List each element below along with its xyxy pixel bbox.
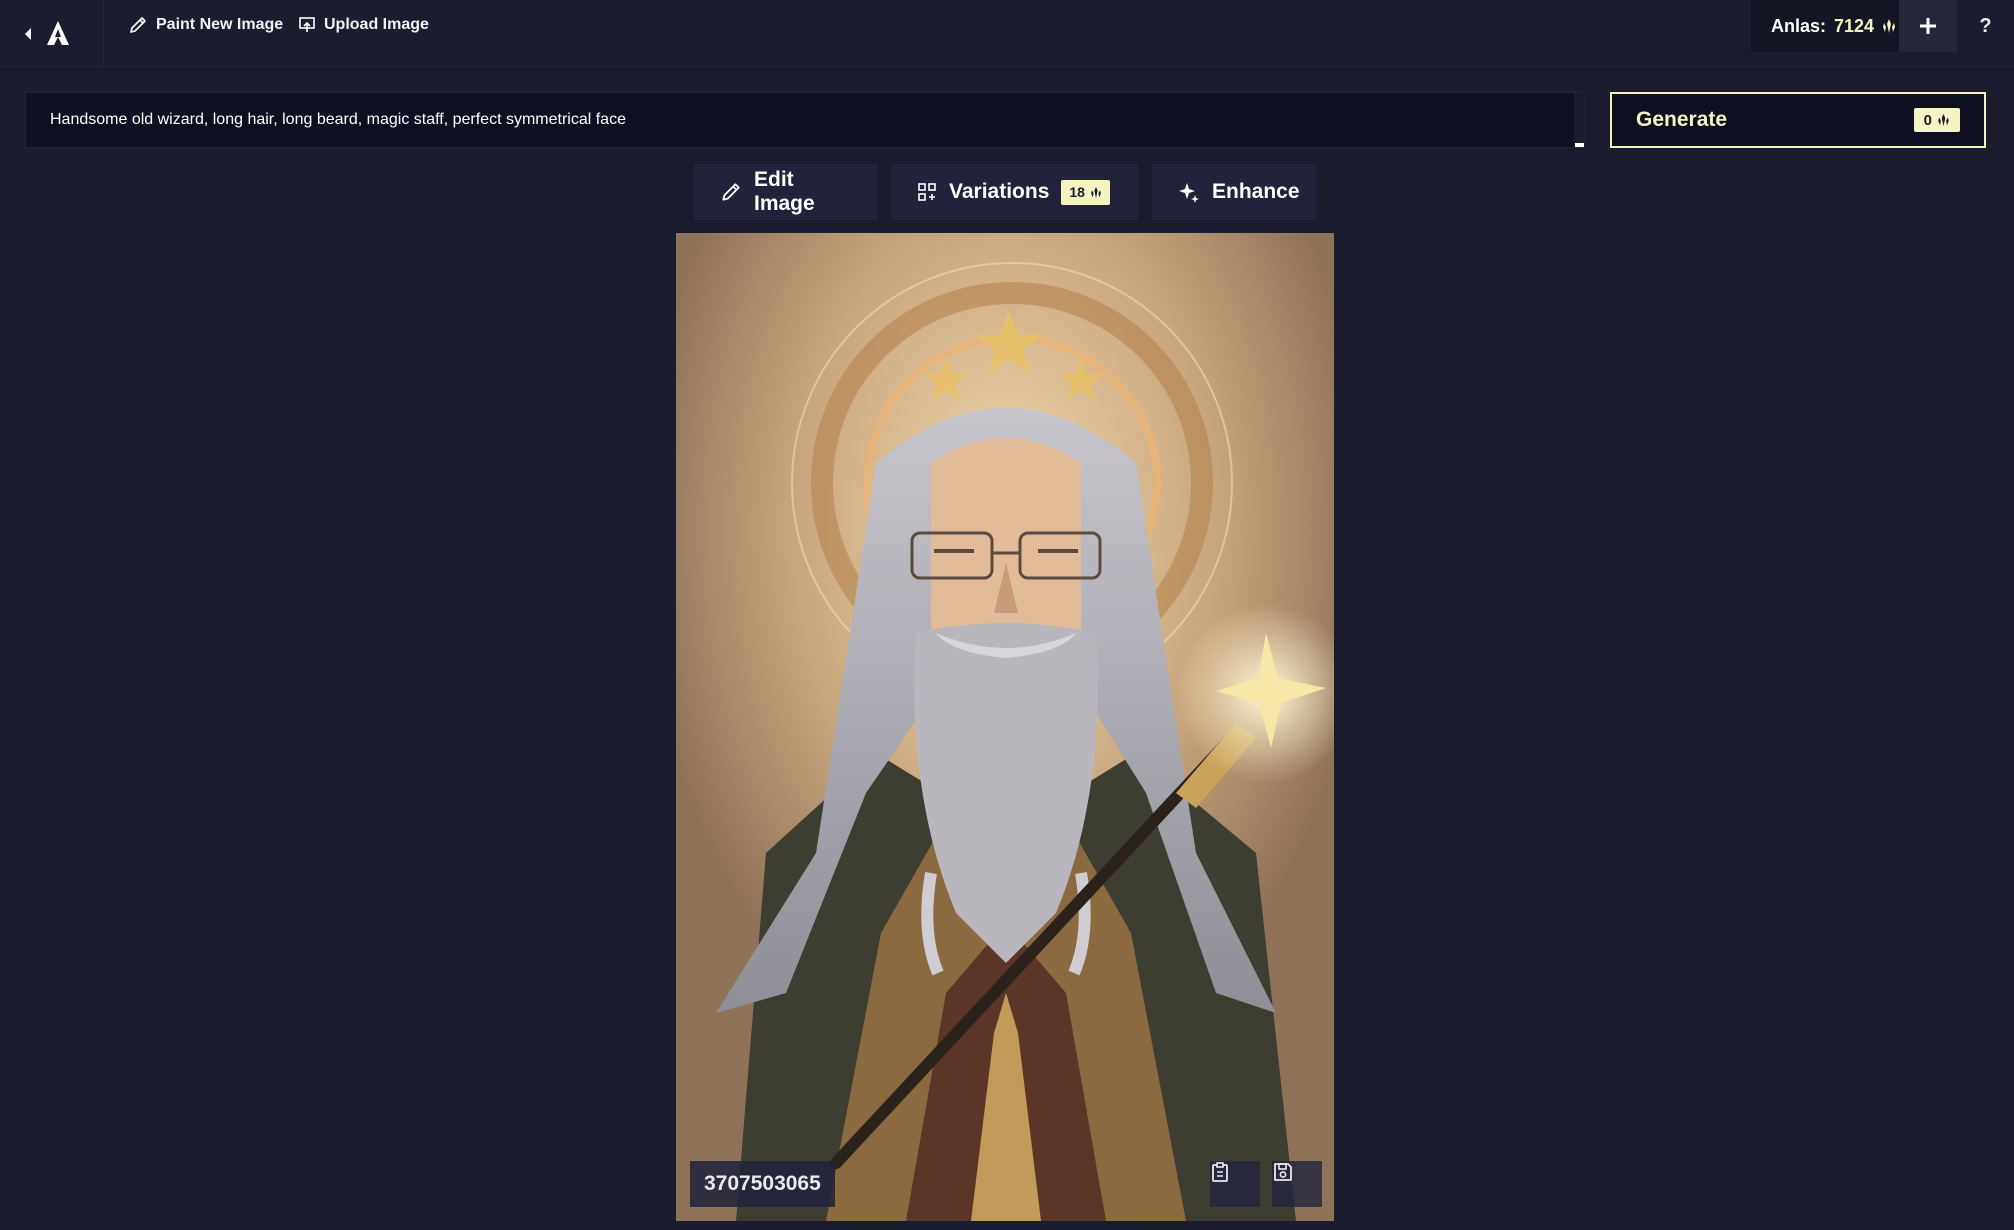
- enhance-button[interactable]: Enhance: [1152, 164, 1316, 220]
- generate-button[interactable]: Generate 0: [1610, 92, 1986, 148]
- paint-new-image-label: Paint New Image: [156, 16, 284, 33]
- anlas-amount: 7124: [1834, 15, 1875, 36]
- variations-cost: 18: [1069, 184, 1085, 200]
- logo-icon[interactable]: [46, 20, 70, 48]
- seed-chip[interactable]: 3707503065: [690, 1161, 835, 1207]
- enhance-label: Enhance: [1212, 180, 1300, 203]
- buy-anlas-button[interactable]: [1899, 0, 1957, 52]
- edit-image-label: Edit Image: [754, 168, 815, 215]
- generate-cost: 0: [1923, 111, 1932, 129]
- generated-image[interactable]: 3707503065: [676, 233, 1334, 1221]
- anlas-balance: Anlas: 7124: [1751, 0, 1899, 52]
- paint-new-image-button[interactable]: Paint New Image: [128, 12, 283, 38]
- image-generation-app: Paint New Image Upload Image Anlas: 7124…: [0, 0, 2014, 1230]
- variations-button[interactable]: Variations 18: [891, 164, 1138, 220]
- save-image-button[interactable]: [1272, 1161, 1322, 1207]
- upload-icon: [298, 16, 316, 34]
- top-bar: Paint New Image Upload Image Anlas: 7124…: [0, 0, 2014, 67]
- copy-to-clipboard-button[interactable]: [1210, 1161, 1260, 1207]
- generate-cost-badge: 0: [1913, 108, 1960, 132]
- anlas-icon: [1937, 113, 1950, 127]
- anlas-icon: [1882, 18, 1896, 34]
- sparkle-icon: [1178, 181, 1200, 203]
- anlas-label: Anlas:: [1771, 15, 1827, 36]
- variations-label: Variations: [949, 180, 1050, 203]
- back-arrow-icon[interactable]: [22, 26, 34, 42]
- generate-label: Generate: [1636, 108, 1728, 131]
- upload-image-label: Upload Image: [324, 16, 429, 33]
- prompt-scrollbar[interactable]: [1574, 93, 1584, 147]
- wizard-illustration: [676, 233, 1334, 1221]
- brush-icon: [128, 15, 148, 35]
- variations-icon: [917, 182, 937, 202]
- upload-image-button[interactable]: Upload Image: [298, 12, 429, 38]
- variations-cost-badge: 18: [1061, 179, 1110, 205]
- prompt-input[interactable]: [25, 92, 1585, 148]
- help-button[interactable]: ?: [1957, 0, 2014, 52]
- anlas-icon: [1090, 186, 1102, 199]
- brand-area: [0, 0, 104, 67]
- pencil-icon: [720, 181, 742, 203]
- plus-icon: [1918, 16, 1938, 36]
- edit-image-button[interactable]: Edit Image: [694, 164, 878, 220]
